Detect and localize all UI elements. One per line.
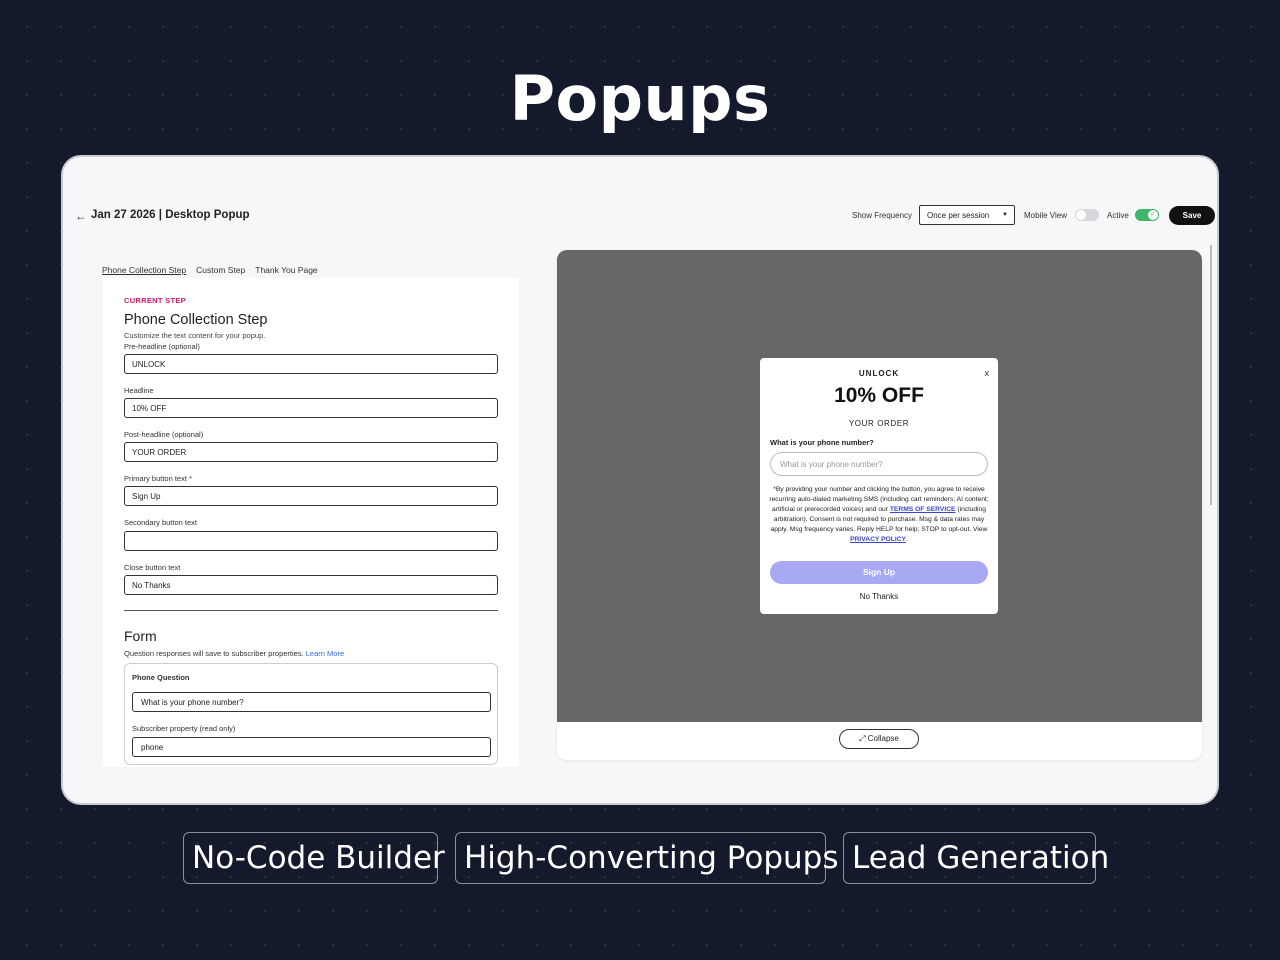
feature-pill-high-converting-popups: High-Converting Popups (455, 832, 839, 884)
headline-input[interactable]: 10% OFF (124, 398, 498, 418)
feature-pill-no-code-builder: No-Code Builder (183, 832, 445, 884)
editor-panel: CURRENT STEP Phone Collection Step Custo… (103, 278, 519, 767)
step-subtitle: Customize the text content for your popu… (124, 331, 266, 340)
pre-headline-label: Pre-headline (optional) (124, 342, 200, 351)
active-toggle[interactable]: ✓ (1135, 209, 1159, 221)
close-button-text-label: Close button text (124, 563, 181, 572)
post-headline-input[interactable]: YOUR ORDER (124, 442, 498, 462)
popup-preview: x UNLOCK 10% OFF YOUR ORDER What is your… (557, 250, 1202, 760)
current-step-label: CURRENT STEP (124, 296, 186, 305)
popup-post-headline: YOUR ORDER (848, 419, 910, 428)
secondary-button-text-input[interactable] (124, 531, 498, 551)
mobile-view-toggle[interactable] (1075, 209, 1099, 221)
collapse-button[interactable]: ⤢ Collapse (839, 729, 919, 749)
hero-title: Popups (509, 62, 771, 135)
subscriber-property-label: Subscriber property (read only) (132, 724, 236, 733)
mobile-view-label: Mobile View (1024, 211, 1067, 220)
form-subtitle-text: Question responses will save to subscrib… (124, 649, 304, 658)
popup-legal-text: *By providing your number and clicking t… (769, 485, 989, 545)
primary-button-text-input[interactable]: Sign Up (124, 486, 498, 506)
phone-question-title: Phone Question (132, 673, 190, 682)
legal-text-3: . (906, 536, 908, 543)
expand-arrows-icon: ⤢ (859, 734, 866, 743)
post-headline-label: Post-headline (optional) (124, 430, 204, 439)
popup-headline: 10% OFF (834, 384, 924, 407)
learn-more-link[interactable]: Learn More (306, 649, 344, 658)
tab-thank-you-page[interactable]: Thank You Page (255, 265, 317, 275)
popup-no-thanks-button[interactable]: No Thanks (760, 592, 998, 601)
privacy-policy-link[interactable]: PRIVACY POLICY (850, 536, 906, 543)
divider (124, 610, 498, 611)
form-section-subtitle: Question responses will save to subscrib… (124, 649, 344, 658)
step-title: Phone Collection Step (124, 312, 268, 328)
page-title: Jan 27 2026 | Desktop Popup (91, 209, 250, 221)
tab-phone-collection-step[interactable]: Phone Collection Step (102, 265, 186, 275)
popup-signup-button[interactable]: Sign Up (770, 561, 988, 584)
tab-custom-step[interactable]: Custom Step (196, 265, 245, 275)
step-tabs: Phone Collection Step Custom Step Thank … (102, 265, 318, 275)
scrollbar[interactable] (1210, 245, 1212, 505)
show-frequency-value: Once per session (927, 211, 990, 220)
active-label: Active (1107, 211, 1129, 220)
pre-headline-input[interactable]: UNLOCK (124, 354, 498, 374)
popup-phone-question: What is your phone number? (770, 438, 874, 447)
chevron-down-icon: ▼ (1002, 212, 1008, 218)
close-button-text-input[interactable]: No Thanks (124, 575, 498, 595)
secondary-button-text-label: Secondary button text (124, 518, 197, 527)
show-frequency-label: Show Frequency (852, 211, 913, 220)
form-section-title: Form (124, 628, 157, 644)
show-frequency-select[interactable]: Once per session ▼ (919, 205, 1015, 225)
check-icon: ✓ (1148, 210, 1158, 220)
headline-label: Headline (124, 386, 154, 395)
phone-question-input[interactable]: What is your phone number? (132, 692, 491, 712)
phone-question-card: Phone Question What is your phone number… (124, 663, 498, 765)
collapse-label: Collapse (867, 734, 899, 743)
popup-pre-headline: UNLOCK (858, 369, 900, 378)
save-button[interactable]: Save (1169, 206, 1215, 225)
primary-button-text-label: Primary button text * (124, 474, 192, 483)
arrow-left-icon[interactable]: ← (75, 209, 87, 223)
terms-of-service-link[interactable]: TERMS OF SERVICE (890, 506, 956, 513)
subscriber-property-input: phone (132, 737, 491, 757)
popup-modal: x UNLOCK 10% OFF YOUR ORDER What is your… (760, 358, 998, 614)
preview-stage: x UNLOCK 10% OFF YOUR ORDER What is your… (557, 250, 1202, 722)
popup-phone-input[interactable]: What is your phone number? (770, 452, 988, 476)
app-window: ← Jan 27 2026 | Desktop Popup Show Frequ… (61, 155, 1219, 805)
feature-pill-lead-generation: Lead Generation (843, 832, 1109, 884)
